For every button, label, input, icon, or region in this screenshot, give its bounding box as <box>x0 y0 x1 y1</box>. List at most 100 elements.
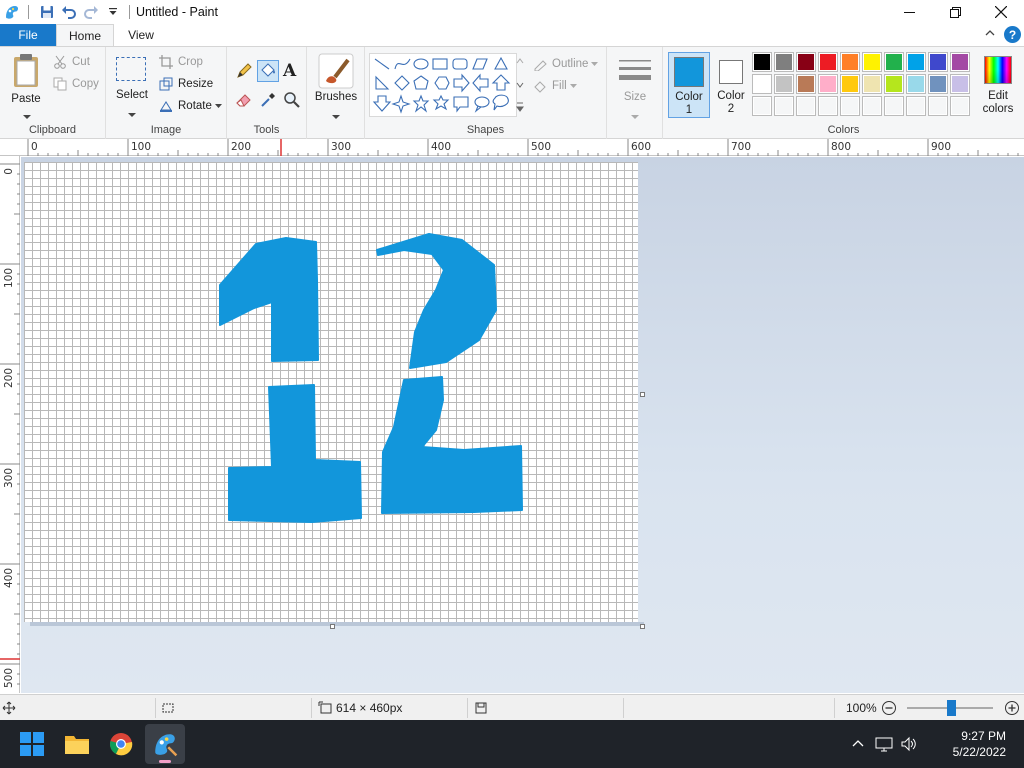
ruler-label: 0 <box>31 141 38 153</box>
color2-swatch <box>719 60 743 84</box>
palette-swatch[interactable] <box>906 74 926 94</box>
outline-button[interactable]: Outline <box>532 56 599 72</box>
palette-swatch[interactable] <box>862 74 882 94</box>
eraser-icon[interactable] <box>235 91 255 111</box>
custom-color-slot[interactable] <box>796 96 816 116</box>
custom-color-slot[interactable] <box>840 96 860 116</box>
custom-color-slot[interactable] <box>950 96 970 116</box>
undo-icon[interactable] <box>59 2 79 22</box>
text-tool-icon[interactable]: A <box>283 61 303 81</box>
close-button[interactable] <box>978 0 1024 24</box>
palette-swatch[interactable] <box>928 74 948 94</box>
copy-button[interactable]: Copy <box>52 76 99 92</box>
cut-button[interactable]: Cut <box>52 54 90 70</box>
palette-swatch[interactable] <box>928 52 948 72</box>
vertical-ruler: 0 100 200 300 400 500 <box>0 156 20 693</box>
palette-swatch[interactable] <box>950 74 970 94</box>
custom-color-slot[interactable] <box>884 96 904 116</box>
custom-color-slot[interactable] <box>862 96 882 116</box>
zoom-slider[interactable] <box>903 695 993 721</box>
size-group: Size <box>607 47 663 139</box>
chevron-down-icon <box>591 58 599 70</box>
magnifier-icon[interactable] <box>283 91 303 111</box>
volume-icon[interactable] <box>899 734 919 754</box>
drawing-canvas[interactable] <box>24 162 638 622</box>
chrome-button[interactable] <box>101 724 141 764</box>
resize-handle-right[interactable] <box>640 392 645 397</box>
customize-toolbar-icon[interactable] <box>103 2 123 22</box>
start-button[interactable] <box>12 724 52 764</box>
redo-icon[interactable] <box>81 2 101 22</box>
paint-taskbar-button[interactable] <box>145 724 185 764</box>
tab-home[interactable]: Home <box>56 24 114 46</box>
palette-swatch[interactable] <box>840 52 860 72</box>
custom-color-slot[interactable] <box>906 96 926 116</box>
save-icon[interactable] <box>37 2 57 22</box>
palette-swatch[interactable] <box>752 52 772 72</box>
resize-label: Resize <box>178 78 214 90</box>
tab-file[interactable]: File <box>0 24 56 46</box>
palette-swatch[interactable] <box>950 52 970 72</box>
crop-button[interactable]: Crop <box>158 54 203 70</box>
zoom-slider-thumb[interactable] <box>947 700 956 716</box>
ruler-label: 500 <box>3 668 15 688</box>
palette-swatch[interactable] <box>862 52 882 72</box>
palette-swatch[interactable] <box>796 52 816 72</box>
selection-size-icon <box>161 695 175 721</box>
file-explorer-button[interactable] <box>57 724 97 764</box>
custom-color-slot[interactable] <box>818 96 838 116</box>
palette-swatch[interactable] <box>774 74 794 94</box>
palette-swatch[interactable] <box>884 52 904 72</box>
color2-button[interactable]: Color 2 <box>711 52 751 118</box>
paint-app-icon[interactable] <box>2 2 22 22</box>
resize-handle-bottom[interactable] <box>330 624 335 629</box>
color1-button[interactable]: Color 1 <box>668 52 710 118</box>
ruler-label: 700 <box>731 141 751 153</box>
palette-swatch[interactable] <box>884 74 904 94</box>
custom-color-slot[interactable] <box>752 96 772 116</box>
shapes-scrollbar[interactable] <box>515 53 525 117</box>
selection-icon <box>116 57 146 81</box>
crop-label: Crop <box>178 56 203 68</box>
select-button[interactable]: Select <box>112 55 152 117</box>
paste-button[interactable]: Paste <box>8 51 46 119</box>
network-icon[interactable] <box>874 734 894 754</box>
palette-swatch[interactable] <box>774 52 794 72</box>
resize-handle-corner[interactable] <box>640 624 645 629</box>
chevron-up-icon[interactable] <box>848 734 868 754</box>
tab-view[interactable]: View <box>118 24 164 46</box>
palette-swatch[interactable] <box>818 52 838 72</box>
palette-swatch[interactable] <box>906 52 926 72</box>
rotate-button[interactable]: Rotate <box>158 98 222 114</box>
shapes-gallery[interactable] <box>369 53 517 117</box>
custom-color-slot[interactable] <box>928 96 948 116</box>
help-icon[interactable]: ? <box>1004 26 1021 43</box>
taskbar-clock[interactable]: 9:27 PM 5/22/2022 <box>953 728 1006 760</box>
pencil-icon[interactable] <box>235 62 255 82</box>
restore-button[interactable] <box>932 0 978 24</box>
zoom-level: 100% <box>846 701 877 715</box>
select-label: Select <box>116 89 148 101</box>
palette-swatch[interactable] <box>796 74 816 94</box>
custom-color-slot[interactable] <box>774 96 794 116</box>
minimize-button[interactable] <box>886 0 932 24</box>
ruler-label: 500 <box>531 141 551 153</box>
palette-swatch[interactable] <box>818 74 838 94</box>
size-button[interactable]: Size <box>613 53 657 119</box>
fill-button[interactable]: Fill <box>532 78 577 94</box>
resize-button[interactable]: Resize <box>158 76 213 92</box>
collapse-ribbon-icon[interactable] <box>984 27 996 42</box>
zoom-out-icon[interactable] <box>881 695 897 721</box>
shapes-group: Outline Fill Shapes <box>365 47 607 139</box>
ribbon-tabs: File Home View ? <box>0 24 1024 46</box>
palette-swatch[interactable] <box>752 74 772 94</box>
status-bar: 614 × 460px 100% <box>0 694 1024 720</box>
palette-swatch[interactable] <box>840 74 860 94</box>
color-picker-icon[interactable] <box>259 91 279 111</box>
zoom-in-icon[interactable] <box>1004 695 1020 721</box>
canvas-size-icon <box>318 695 332 721</box>
fill-bucket-icon[interactable] <box>257 60 279 82</box>
folder-icon <box>65 736 89 754</box>
brushes-button[interactable]: Brushes <box>311 53 361 119</box>
edit-colors-button[interactable]: Edit colors <box>975 52 1021 118</box>
